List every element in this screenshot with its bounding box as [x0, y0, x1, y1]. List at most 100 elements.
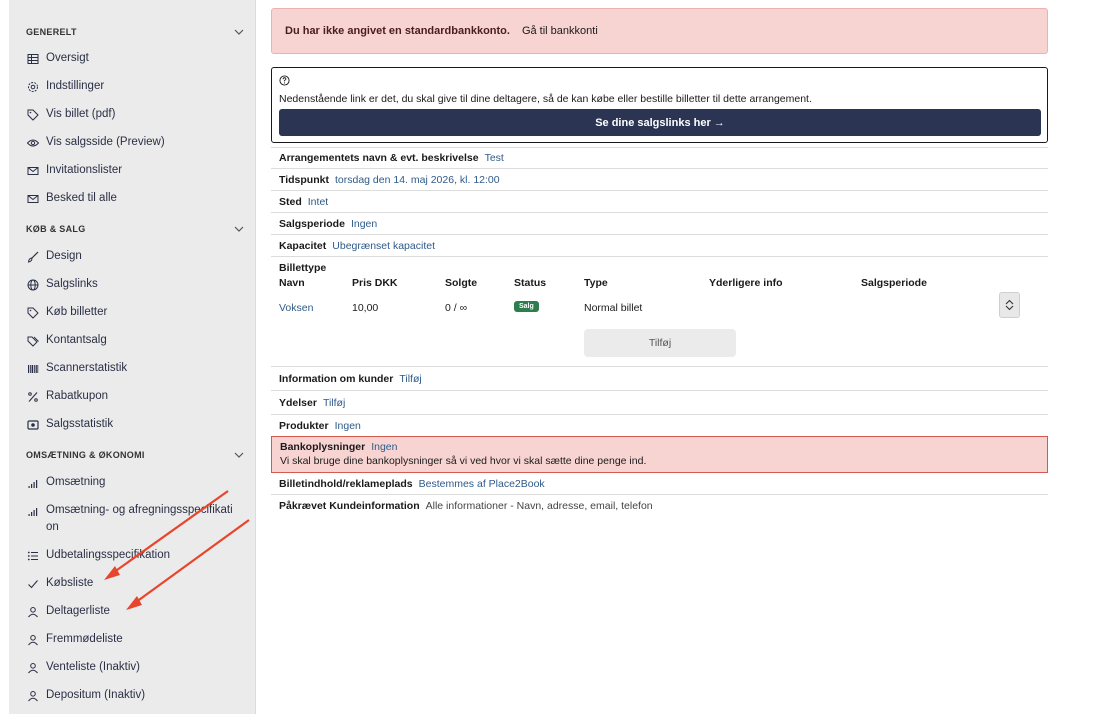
stats-icon — [26, 418, 39, 431]
user-icon — [26, 605, 39, 618]
sidebar-item-label: Omsætning- og afregningsspecifikati on — [46, 504, 233, 533]
detail-label: Tidspunkt — [279, 173, 329, 186]
ticket-header: Yderligere info — [709, 277, 783, 289]
section-title: GENERELT — [26, 27, 77, 37]
detail-label: Påkrævet Kundeinformation — [279, 500, 420, 512]
sidebar-item-omsaetning-afregning[interactable]: Omsætning- og afregningsspecifikati on — [26, 502, 241, 536]
sidebar-item-label: Vis salgsside (Preview) — [46, 136, 165, 148]
detail-value[interactable]: Intet — [308, 196, 328, 208]
sidebar-item-salgslinks[interactable]: Salgslinks — [26, 276, 248, 293]
detail-value[interactable]: Ingen — [335, 420, 361, 432]
detail-row-customer-info[interactable]: Information om kunder Tilføj — [271, 367, 1048, 391]
eye-icon — [26, 136, 39, 149]
sidebar-item-besked-til-alle[interactable]: Besked til alle — [26, 190, 248, 207]
detail-row-services[interactable]: Ydelser Tilføj — [271, 391, 1048, 415]
sidebar-item-label: Scannerstatistik — [46, 362, 128, 374]
sidebar-item-vis-salgsside[interactable]: Vis salgsside (Preview) — [26, 134, 248, 151]
sidebar-item-koeb-billetter[interactable]: Køb billetter — [26, 304, 248, 321]
sidebar-item-label: Oversigt — [46, 52, 89, 64]
detail-row-capacity[interactable]: Kapacitet Ubegrænset kapacitet — [271, 235, 1048, 257]
see-sales-links-button[interactable]: Se dine salgslinks her → — [279, 109, 1041, 136]
add-ticket-type-button[interactable]: Tilføj — [584, 329, 736, 357]
bar-chart-icon — [26, 476, 39, 489]
chevron-down-icon — [232, 222, 246, 236]
chevron-down-icon — [232, 448, 246, 462]
sidebar-item-invitationslister[interactable]: Invitationslister — [26, 162, 248, 179]
gear-icon — [26, 80, 39, 93]
sidebar-item-oversigt[interactable]: Oversigt — [26, 50, 248, 67]
table-icon — [26, 52, 39, 65]
sidebar-item-label: Kontantsalg — [46, 334, 107, 346]
detail-value: Alle informationer - Navn, adresse, emai… — [425, 500, 653, 512]
sidebar-item-venteliste[interactable]: Venteliste (Inaktiv) — [26, 659, 248, 676]
sidebar-item-udbetalingsspecifikation[interactable]: Udbetalingsspecifikation — [26, 547, 248, 564]
brush-icon — [26, 250, 39, 263]
detail-row-place[interactable]: Sted Intet — [271, 191, 1048, 213]
sidebar-item-design[interactable]: Design — [26, 248, 248, 265]
sidebar-item-deltagerliste[interactable]: Deltagerliste — [26, 603, 248, 620]
sidebar-item-indstillinger[interactable]: Indstillinger — [26, 78, 248, 95]
ticket-header: Status — [514, 277, 547, 289]
detail-row-sales-period[interactable]: Salgsperiode Ingen — [271, 213, 1048, 235]
go-to-bank-accounts-link[interactable]: Gå til bankkonti — [522, 25, 598, 37]
bank-info-message: Vi skal bruge dine bankoplysninger så vi… — [280, 455, 647, 467]
section-koeb-salg[interactable]: KØB & SALG — [26, 222, 246, 236]
detail-label: Produkter — [279, 419, 329, 432]
sidebar-item-koebsliste[interactable]: Købsliste — [26, 575, 248, 592]
sidebar-item-vis-billet[interactable]: Vis billet (pdf) — [26, 106, 248, 123]
sidebar-item-label: Omsætning — [46, 476, 106, 488]
ticket-header: Salgsperiode — [861, 277, 927, 289]
sidebar-item-label: Købsliste — [46, 577, 94, 589]
bank-info-warning[interactable]: Bankoplysninger Ingen Vi skal bruge dine … — [271, 436, 1048, 473]
sidebar-item-depositum[interactable]: Depositum (Inaktiv) — [26, 687, 248, 704]
ticket-header: Solgte — [445, 277, 478, 289]
barcode-icon — [26, 362, 39, 375]
user-icon — [26, 633, 39, 646]
user-icon — [26, 689, 39, 702]
sidebar-item-scannerstatistik[interactable]: Scannerstatistik — [26, 360, 248, 377]
sidebar-item-rabatkupon[interactable]: Rabatkupon — [26, 388, 248, 405]
sidebar-item-kontantsalg[interactable]: Kontantsalg — [26, 332, 248, 349]
detail-value[interactable]: Tilføj — [399, 373, 421, 385]
globe-icon — [26, 278, 39, 291]
ticket-types-title: Billettype — [279, 262, 327, 274]
detail-row-required-info[interactable]: Påkrævet Kundeinformation Alle informati… — [271, 495, 1048, 517]
sidebar-item-label: Fremmødeliste — [46, 633, 123, 645]
sidebar-item-label: Deltagerliste — [46, 605, 110, 617]
sidebar-item-omsaetning[interactable]: Omsætning — [26, 474, 248, 491]
check-icon — [26, 577, 39, 590]
tag-icon — [26, 306, 39, 319]
mail-icon — [26, 164, 39, 177]
sidebar-item-fremmoedeliste[interactable]: Fremmødeliste — [26, 631, 248, 648]
chevron-down-icon[interactable] — [1005, 305, 1014, 311]
sidebar: GENERELT Oversigt Indstillinger Vis bill… — [9, 0, 256, 714]
ticket-type: Normal billet — [584, 302, 643, 314]
detail-value[interactable]: Tilføj — [323, 397, 345, 409]
detail-row-products[interactable]: Produkter Ingen — [271, 415, 1048, 436]
ticket-name-link[interactable]: Voksen — [279, 302, 313, 314]
section-generelt[interactable]: GENERELT — [26, 25, 246, 39]
sidebar-item-label: Udbetalingsspecifikation — [46, 549, 171, 561]
section-omsaetning-oekonomi[interactable]: OMSÆTNING & ØKONOMI — [26, 448, 246, 462]
detail-value[interactable]: Bestemmes af Place2Book — [419, 478, 545, 490]
reorder-stepper[interactable] — [999, 292, 1020, 318]
sidebar-item-label: Venteliste (Inaktiv) — [46, 661, 140, 673]
detail-label: Ydelser — [279, 396, 317, 409]
detail-row-time[interactable]: Tidspunkt torsdag den 14. maj 2026, kl. … — [271, 169, 1048, 191]
detail-value[interactable]: Ingen — [371, 441, 397, 453]
detail-row-ticket-content[interactable]: Billetindhold/reklameplads Bestemmes af … — [271, 473, 1048, 495]
ticket-header: Pris DKK — [352, 277, 398, 289]
tag-icon — [26, 108, 39, 121]
ticket-header: Navn — [279, 277, 305, 289]
detail-row-name[interactable]: Arrangementets navn & evt. beskrivelse T… — [271, 147, 1048, 169]
detail-value[interactable]: Ubegrænset kapacitet — [332, 240, 435, 252]
status-badge: Salg — [514, 301, 539, 312]
detail-label: Salgsperiode — [279, 217, 345, 230]
sidebar-item-label: Depositum (Inaktiv) — [46, 689, 146, 701]
chevron-down-icon — [232, 25, 246, 39]
detail-value[interactable]: Ingen — [351, 218, 377, 230]
section-title: KØB & SALG — [26, 224, 86, 234]
detail-value[interactable]: Test — [485, 152, 504, 164]
sidebar-item-salgsstatistik[interactable]: Salgsstatistik — [26, 416, 248, 433]
detail-value[interactable]: torsdag den 14. maj 2026, kl. 12:00 — [335, 174, 500, 186]
